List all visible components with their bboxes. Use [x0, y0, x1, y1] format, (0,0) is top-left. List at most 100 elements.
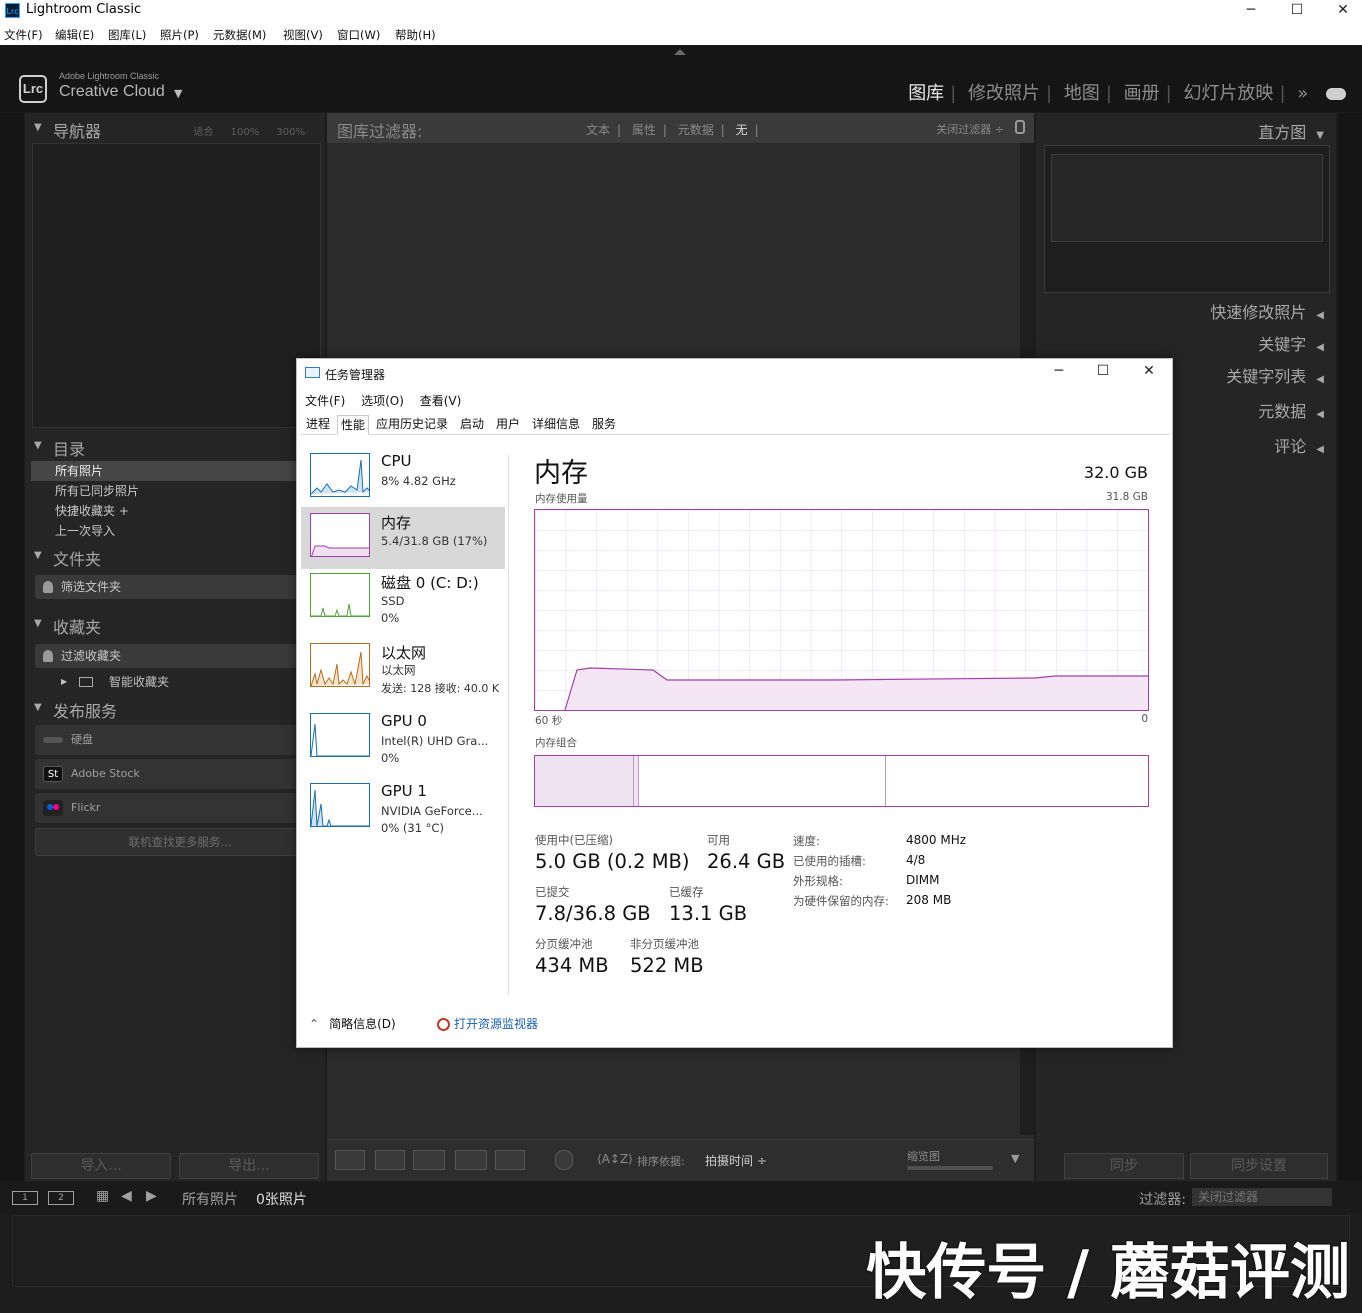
comments-header[interactable]: 评论 ◀ [1274, 433, 1324, 457]
folders-header[interactable]: ▼ 文件夹 [25, 543, 325, 569]
catalog-previous-import[interactable]: 上一次导入 [31, 521, 323, 541]
navigator-zoom-options[interactable]: 适合 100% 300% [193, 123, 305, 138]
spray-can-icon[interactable] [555, 1150, 573, 1170]
histogram-graph [1051, 154, 1323, 242]
filter-metadata[interactable]: 元数据 [678, 123, 714, 137]
tab-startup[interactable]: 启动 [457, 415, 487, 435]
tab-details[interactable]: 详细信息 [529, 415, 583, 435]
memory-name: 内存 [381, 514, 412, 532]
resource-gpu0[interactable]: GPU 0 Intel(R) UHD Gra... 0% [301, 707, 505, 769]
forward-arrow-icon[interactable]: ▶ [146, 1188, 157, 1204]
filter-none[interactable]: 无 [736, 123, 748, 137]
module-slideshow[interactable]: 幻灯片放映 [1183, 83, 1273, 104]
tm-menu-file[interactable]: 文件(F) [305, 394, 345, 408]
available-label: 可用 [707, 833, 730, 847]
metadata-header[interactable]: 元数据 ◀ [1258, 398, 1324, 422]
open-resource-monitor-link[interactable]: 打开资源监视器 [437, 1015, 538, 1032]
grid-toolbar: ⟨A↕Z⟩ 排序依据: 拍摄时间 ÷ 缩览图 ▼ [327, 1139, 1034, 1181]
memory-usage: 5.4/31.8 GB (17%) [381, 534, 488, 548]
publish-flickr[interactable]: Flickr 设置 [35, 793, 325, 823]
module-library[interactable]: 图库 [908, 83, 944, 104]
filter-folders-input[interactable]: 筛选文件夹 [35, 575, 325, 599]
module-develop[interactable]: 修改照片 [968, 83, 1040, 104]
speed-label: 速度: [793, 834, 820, 848]
menu-photo[interactable]: 照片(P) [160, 27, 199, 43]
publish-hard-drive[interactable]: 硬盘 设置 [35, 725, 325, 755]
window-2-button[interactable]: 2 [48, 1191, 74, 1205]
lock-icon[interactable] [1015, 120, 1025, 134]
resource-memory[interactable]: 内存 5.4/31.8 GB (17%) [301, 507, 505, 569]
toolbar-menu-icon[interactable]: ▼ [1011, 1152, 1019, 1165]
right-edge[interactable] [1338, 113, 1362, 1181]
grid-view-icon[interactable] [335, 1150, 365, 1170]
tab-services[interactable]: 服务 [589, 415, 619, 435]
tm-menu-view[interactable]: 查看(V) [420, 394, 462, 408]
back-arrow-icon[interactable]: ◀ [121, 1188, 132, 1204]
filmstrip-filter-select[interactable]: 关闭过滤器 [1192, 1188, 1332, 1206]
menu-edit[interactable]: 编辑(E) [55, 27, 94, 43]
resource-gpu1[interactable]: GPU 1 NVIDIA GeForce... 0% (31 °C) [301, 777, 505, 839]
filter-attribute[interactable]: 属性 [632, 123, 656, 137]
sort-select[interactable]: 拍摄时间 ÷ [705, 1152, 767, 1169]
catalog-quick-collection[interactable]: 快捷收藏夹 + [31, 501, 323, 521]
sync-settings-button[interactable]: 同步设置 [1190, 1153, 1328, 1179]
survey-view-icon[interactable] [455, 1150, 487, 1170]
menu-window[interactable]: 窗口(W) [337, 27, 380, 43]
tm-maximize-button[interactable]: ☐ [1083, 363, 1123, 379]
collections-header[interactable]: ▼ 收藏夹 [25, 611, 325, 637]
cloud-sync-icon[interactable] [1326, 88, 1346, 100]
module-book[interactable]: 画册 [1124, 83, 1160, 104]
navigator-header[interactable]: ▼ 导航器 适合 100% 300% [25, 115, 325, 141]
keyword-list-header[interactable]: 关键字列表 ◀ [1226, 363, 1324, 387]
catalog-header[interactable]: ▼ 目录 [25, 433, 325, 459]
smart-collections-item[interactable]: ▶ 智能收藏夹 [31, 672, 323, 692]
export-button[interactable]: 导出... [179, 1153, 319, 1179]
thumbnail-size-slider[interactable] [907, 1166, 993, 1170]
close-button[interactable]: ✕ [1320, 0, 1362, 22]
tab-performance[interactable]: 性能 [337, 415, 370, 435]
tab-users[interactable]: 用户 [493, 415, 523, 435]
tab-processes[interactable]: 进程 [303, 415, 333, 435]
histogram-header[interactable]: 直方图 ▼ [1258, 119, 1324, 143]
menu-file[interactable]: 文件(F) [4, 27, 43, 43]
collapse-top-arrow-icon[interactable] [674, 49, 686, 55]
catalog-synced-photos[interactable]: 所有已同步照片 [31, 481, 323, 501]
loupe-view-icon[interactable] [375, 1150, 405, 1170]
menu-metadata[interactable]: 元数据(M) [213, 27, 266, 43]
filter-collections-input[interactable]: 过滤收藏夹 [35, 644, 325, 668]
tab-app-history[interactable]: 应用历史记录 [373, 415, 451, 435]
find-more-services-button[interactable]: 联机查找更多服务... [35, 828, 325, 856]
quick-develop-header[interactable]: 快速修改照片 ◀ [1210, 299, 1324, 323]
import-button[interactable]: 导入... [31, 1153, 171, 1179]
menu-help[interactable]: 帮助(H) [395, 27, 436, 43]
resource-cpu[interactable]: CPU 8% 4.82 GHz [301, 447, 505, 509]
grid-icon[interactable]: ▦ [96, 1188, 109, 1204]
minimize-button[interactable]: ─ [1228, 0, 1274, 22]
fewer-details-button[interactable]: ⌃ 简略信息(D) [309, 1015, 396, 1032]
tm-minimize-button[interactable]: ─ [1039, 363, 1079, 379]
compare-view-icon[interactable] [413, 1150, 445, 1170]
module-map[interactable]: 地图 [1064, 83, 1100, 104]
publish-adobe-stock[interactable]: St Adobe Stock 设置 [35, 759, 325, 789]
maximize-button[interactable]: ☐ [1274, 0, 1320, 22]
keywording-header[interactable]: 关键字 ◀ [1258, 331, 1324, 355]
module-more[interactable]: » [1297, 83, 1308, 104]
sync-button[interactable]: 同步 [1064, 1153, 1184, 1179]
resource-disk[interactable]: 磁盘 0 (C: D:) SSD 0% [301, 567, 505, 629]
publish-title: 发布服务 [53, 702, 118, 721]
resource-ethernet[interactable]: 以太网 以太网 发送: 128 接收: 40.0 K [301, 637, 505, 699]
filter-text[interactable]: 文本 [586, 123, 610, 137]
publish-header[interactable]: ▼ 发布服务 [25, 695, 325, 721]
menu-library[interactable]: 图库(L) [108, 27, 146, 43]
people-view-icon[interactable] [495, 1150, 525, 1170]
filter-preset-select[interactable]: 关闭过滤器 ÷ [936, 121, 1004, 137]
filmstrip-source[interactable]: 所有照片 [182, 1189, 238, 1209]
sort-direction-icon[interactable]: ⟨A↕Z⟩ [597, 1152, 633, 1166]
brand-caret-icon[interactable]: ▼ [174, 87, 182, 100]
left-edge[interactable] [0, 113, 24, 1181]
tm-menu-options[interactable]: 选项(O) [361, 394, 404, 408]
menu-view[interactable]: 视图(V) [283, 27, 323, 43]
window-1-button[interactable]: 1 [12, 1191, 38, 1205]
catalog-all-photos[interactable]: 所有照片 [31, 461, 323, 481]
tm-close-button[interactable]: ✕ [1129, 363, 1169, 379]
